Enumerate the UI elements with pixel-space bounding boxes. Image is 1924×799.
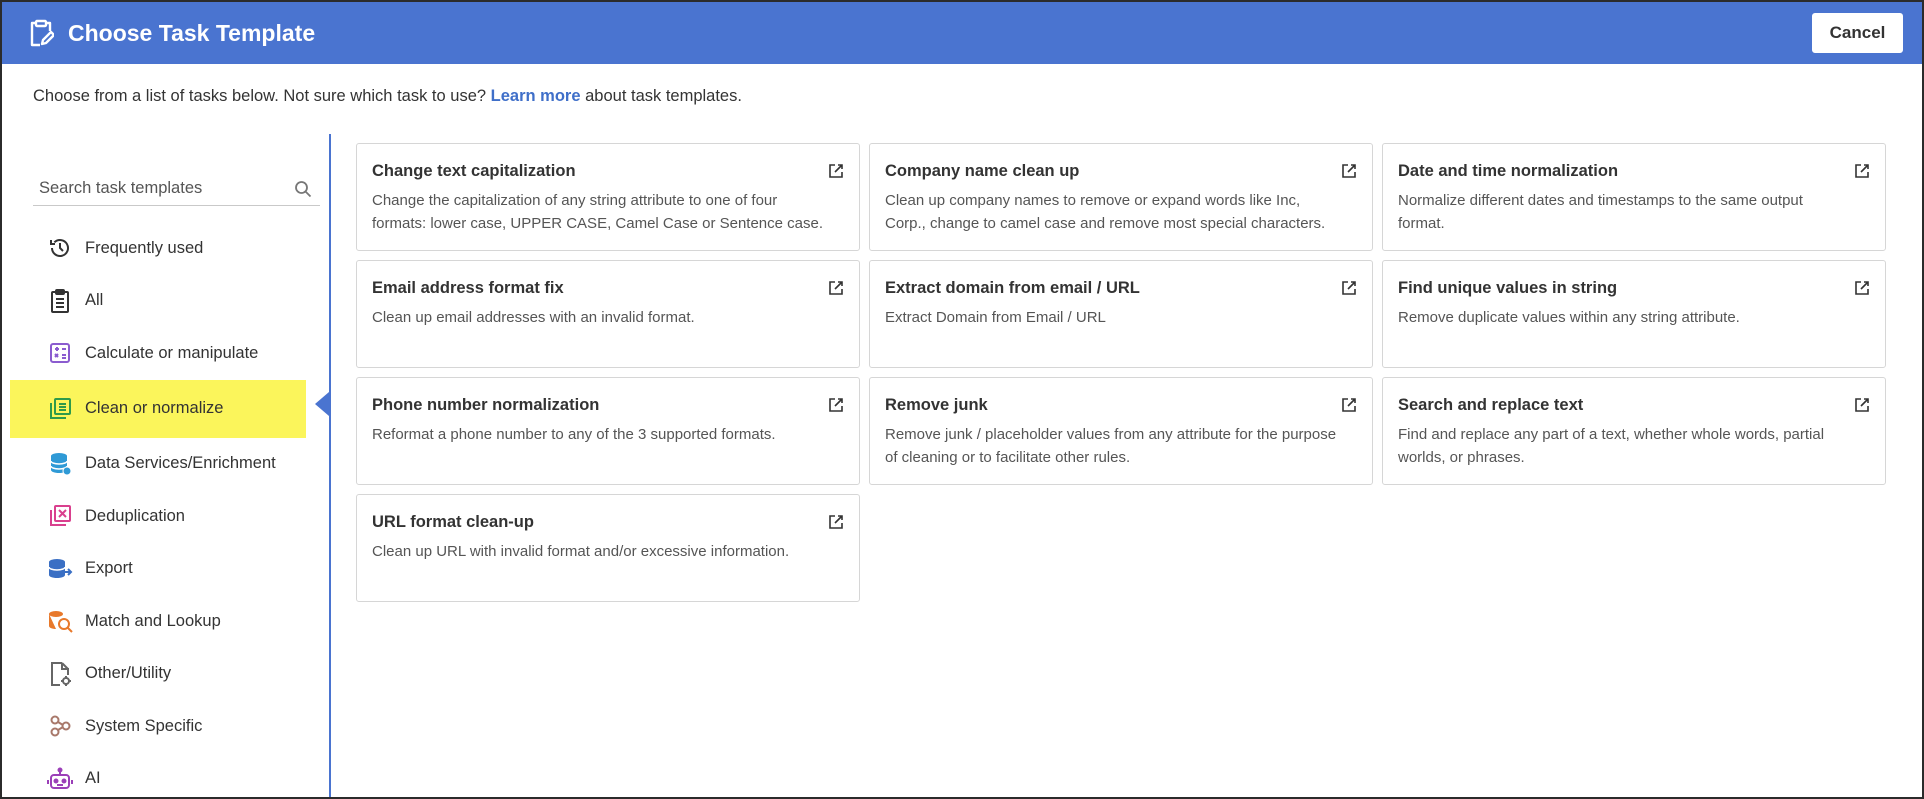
- sidebar-item-label: Match and Lookup: [85, 611, 221, 630]
- sidebar-item-other-utility[interactable]: Other/Utility: [10, 648, 306, 701]
- calculator-icon: [47, 340, 73, 366]
- file-gear-icon: [47, 661, 73, 687]
- card-title: Date and time normalization: [1398, 162, 1619, 180]
- table-clean-icon: [47, 396, 73, 422]
- sidebar-item-clean-or-normalize[interactable]: Clean or normalize: [10, 379, 306, 438]
- history-icon: [47, 235, 73, 261]
- card-title: Find unique values in string: [1398, 279, 1618, 297]
- search-input[interactable]: [33, 179, 278, 198]
- card-title: Email address format fix: [372, 279, 564, 297]
- open-external-icon[interactable]: [1854, 280, 1870, 296]
- template-card-change-text-capitalization[interactable]: Change text capitalization Change the ca…: [356, 143, 860, 251]
- open-external-icon[interactable]: [1341, 397, 1357, 413]
- system-nodes-icon: [47, 713, 73, 739]
- intro-text: Choose from a list of tasks below. Not s…: [33, 87, 742, 106]
- sidebar-item-label: Calculate or manipulate: [85, 343, 259, 362]
- open-external-icon[interactable]: [828, 280, 844, 296]
- search-box: [33, 172, 320, 206]
- card-description: Clean up company names to remove or expa…: [885, 192, 1326, 232]
- sidebar-item-label: Data Services/Enrichment: [85, 454, 276, 473]
- open-external-icon[interactable]: [1341, 280, 1357, 296]
- task-template-dialog: Choose Task Template Cancel Choose from …: [0, 0, 1924, 799]
- card-description: Reformat a phone number to any of the 3 …: [372, 426, 776, 443]
- template-card-search-and-replace-text[interactable]: Search and replace text Find and replace…: [1382, 377, 1886, 485]
- match-lookup-icon: [47, 608, 73, 634]
- intro-text-after: about task templates.: [585, 87, 742, 105]
- active-category-pointer: [315, 392, 329, 416]
- export-database-icon: [47, 556, 73, 582]
- category-sidebar: Frequently used All Calculate or manipul…: [2, 134, 332, 798]
- deduplicate-icon: [47, 503, 73, 529]
- card-title: Search and replace text: [1398, 396, 1584, 414]
- card-title: Remove junk: [885, 396, 988, 414]
- category-list: Frequently used All Calculate or manipul…: [10, 222, 306, 798]
- template-card-phone-number-normalization[interactable]: Phone number normalization Reformat a ph…: [356, 377, 860, 485]
- template-card-date-and-time-normalization[interactable]: Date and time normalization Normalize di…: [1382, 143, 1886, 251]
- open-external-icon[interactable]: [828, 397, 844, 413]
- database-icon: [47, 451, 73, 477]
- dialog-header: Choose Task Template Cancel: [2, 2, 1922, 64]
- learn-more-link[interactable]: Learn more: [491, 87, 581, 105]
- card-title: Extract domain from email / URL: [885, 279, 1140, 297]
- sidebar-item-label: All: [85, 291, 104, 310]
- clipboard-edit-icon: [26, 18, 56, 48]
- sidebar-divider: [329, 134, 331, 797]
- open-external-icon[interactable]: [828, 514, 844, 530]
- robot-icon: [47, 766, 73, 792]
- sidebar-item-export[interactable]: Export: [10, 543, 306, 596]
- sidebar-item-calculate-or-manipulate[interactable]: Calculate or manipulate: [10, 327, 306, 380]
- template-card-remove-junk[interactable]: Remove junk Remove junk / placeholder va…: [869, 377, 1373, 485]
- sidebar-item-label: Export: [85, 559, 133, 578]
- sidebar-item-label: System Specific: [85, 716, 203, 735]
- card-description: Clean up URL with invalid format and/or …: [372, 543, 790, 560]
- clipboard-list-icon: [47, 288, 73, 314]
- intro-text-before: Choose from a list of tasks below. Not s…: [33, 87, 487, 105]
- open-external-icon[interactable]: [1341, 163, 1357, 179]
- sidebar-item-label: Other/Utility: [85, 664, 172, 683]
- dialog-title: Choose Task Template: [68, 19, 316, 46]
- search-icon[interactable]: [294, 180, 312, 198]
- card-title: Change text capitalization: [372, 162, 576, 180]
- sidebar-item-system-specific[interactable]: System Specific: [10, 700, 306, 753]
- template-card-company-name-clean-up[interactable]: Company name clean up Clean up company n…: [869, 143, 1373, 251]
- cancel-button[interactable]: Cancel: [1812, 13, 1903, 53]
- card-description: Remove duplicate values within any strin…: [1398, 309, 1740, 326]
- template-card-find-unique-values[interactable]: Find unique values in string Remove dupl…: [1382, 260, 1886, 368]
- template-grid: Change text capitalization Change the ca…: [356, 143, 1886, 602]
- sidebar-item-frequently-used[interactable]: Frequently used: [10, 222, 306, 275]
- card-description: Find and replace any part of a text, whe…: [1398, 426, 1825, 466]
- sidebar-item-label: Clean or normalize: [85, 399, 224, 417]
- card-description: Normalize different dates and timestamps…: [1398, 192, 1803, 232]
- card-title: Company name clean up: [885, 162, 1080, 180]
- template-card-url-format-clean-up[interactable]: URL format clean-up Clean up URL with in…: [356, 494, 860, 602]
- template-card-extract-domain[interactable]: Extract domain from email / URL Extract …: [869, 260, 1373, 368]
- sidebar-item-label: Deduplication: [85, 506, 185, 525]
- sidebar-item-label: Frequently used: [85, 238, 204, 257]
- card-description: Clean up email addresses with an invalid…: [372, 309, 695, 326]
- card-title: Phone number normalization: [372, 396, 600, 414]
- card-description: Remove junk / placeholder values from an…: [885, 426, 1337, 466]
- open-external-icon[interactable]: [828, 163, 844, 179]
- open-external-icon[interactable]: [1854, 397, 1870, 413]
- sidebar-item-deduplication[interactable]: Deduplication: [10, 490, 306, 543]
- card-description: Change the capitalization of any string …: [372, 192, 824, 232]
- sidebar-item-match-and-lookup[interactable]: Match and Lookup: [10, 595, 306, 648]
- sidebar-item-data-services-enrichment[interactable]: Data Services/Enrichment: [10, 438, 306, 491]
- card-description: Extract Domain from Email / URL: [885, 309, 1106, 326]
- template-card-email-address-format-fix[interactable]: Email address format fix Clean up email …: [356, 260, 860, 368]
- sidebar-item-all[interactable]: All: [10, 275, 306, 328]
- card-title: URL format clean-up: [372, 513, 534, 531]
- open-external-icon[interactable]: [1854, 163, 1870, 179]
- sidebar-item-label: AI: [85, 769, 101, 788]
- sidebar-item-ai[interactable]: AI: [10, 753, 306, 798]
